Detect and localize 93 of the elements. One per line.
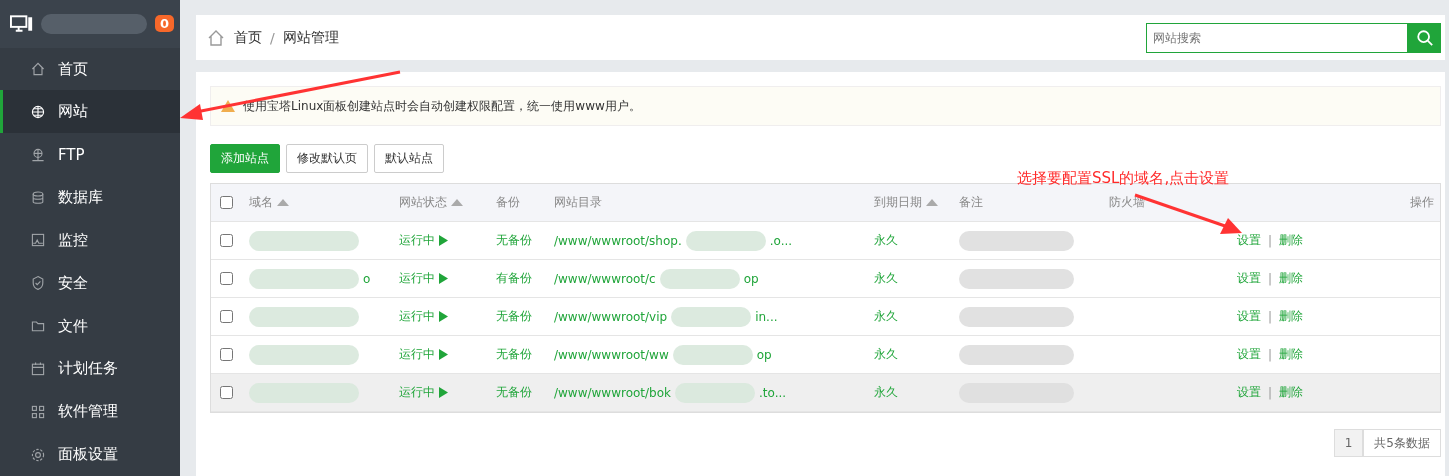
expiry-text: 永久 — [874, 384, 899, 401]
search-button[interactable] — [1408, 22, 1441, 53]
sidebar-item[interactable]: 计划任务 — [0, 347, 180, 391]
toolbar-button[interactable]: 默认站点 — [374, 144, 444, 173]
row-checkbox[interactable] — [220, 348, 233, 361]
sidebar-item[interactable]: 软件管理 — [0, 390, 180, 434]
select-all-checkbox[interactable] — [220, 196, 233, 209]
action-link[interactable]: 删除 — [1279, 270, 1303, 287]
path-text[interactable]: op — [756, 347, 772, 362]
sidebar-item[interactable]: FTP — [0, 133, 180, 177]
path-text[interactable]: /www/wwwroot/vip — [554, 309, 668, 324]
gear-icon — [30, 446, 46, 463]
computer-icon — [10, 13, 34, 34]
status-text[interactable]: 运行中 — [399, 232, 435, 249]
action-link[interactable]: 设置 — [1236, 232, 1261, 249]
toolbar-button[interactable]: 添加站点 — [210, 144, 280, 173]
column-header: 操作 — [1409, 194, 1435, 211]
expiry-text: 永久 — [874, 270, 899, 287]
expiry-text: 永久 — [874, 232, 899, 249]
grid-icon — [30, 403, 46, 420]
row-checkbox[interactable] — [220, 234, 233, 247]
status-text[interactable]: 运行中 — [399, 346, 435, 363]
column-header: 备份 — [496, 194, 521, 211]
expiry-text: 永久 — [874, 346, 899, 363]
play-icon — [439, 273, 448, 284]
path-text[interactable]: op — [743, 271, 759, 286]
status-text[interactable]: 运行中 — [399, 308, 435, 325]
play-icon — [439, 311, 448, 322]
path-text[interactable]: .to... — [759, 385, 787, 400]
search-icon — [1415, 28, 1434, 47]
expiry-text: 永久 — [874, 308, 899, 325]
shield-icon — [30, 275, 46, 292]
column-header[interactable]: 网站状态 — [399, 194, 496, 211]
path-text[interactable]: in... — [755, 309, 778, 324]
pagination-summary: 共5条数据 — [1363, 429, 1441, 457]
toolbar-button[interactable]: 修改默认页 — [286, 144, 368, 173]
action-link[interactable]: 设置 — [1236, 308, 1261, 325]
path-text[interactable]: /www/wwwroot/ww — [554, 347, 669, 362]
sidebar-item[interactable]: 文件 — [0, 304, 180, 348]
backup-link[interactable]: 无备份 — [496, 308, 554, 325]
action-link[interactable]: 删除 — [1279, 232, 1303, 249]
action-link[interactable]: 删除 — [1279, 308, 1303, 325]
action-link[interactable]: 删除 — [1279, 384, 1303, 401]
globe-icon — [30, 103, 46, 120]
row-checkbox[interactable] — [220, 272, 233, 285]
status-text[interactable]: 运行中 — [399, 270, 435, 287]
warning-icon — [221, 100, 235, 112]
breadcrumb-item: 网站管理 — [282, 28, 339, 47]
row-checkbox[interactable] — [220, 310, 233, 323]
sidebar-item[interactable]: 监控 — [0, 218, 180, 262]
link-separator: | — [1267, 233, 1272, 248]
backup-link[interactable]: 无备份 — [496, 346, 554, 363]
column-header: 备注 — [959, 194, 984, 211]
domain-text: o — [363, 271, 371, 286]
backup-link[interactable]: 无备份 — [496, 232, 554, 249]
column-header: 网站目录 — [554, 194, 603, 211]
sidebar-item[interactable]: 网站 — [0, 90, 180, 134]
notification-badge[interactable]: 0 — [154, 15, 174, 33]
annotation-text: 选择要配置SSL的域名,点击设置 — [1017, 169, 1230, 188]
action-link[interactable]: 设置 — [1236, 384, 1261, 401]
ftp-icon — [30, 146, 46, 163]
column-header[interactable]: 到期日期 — [874, 194, 959, 211]
play-icon — [439, 349, 448, 360]
path-text[interactable]: /www/wwwroot/bok — [554, 385, 671, 400]
play-icon — [439, 235, 448, 246]
path-text[interactable]: .o... — [769, 233, 793, 248]
sidebar-item[interactable]: 首页 — [0, 47, 180, 91]
column-header[interactable]: 域名 — [249, 194, 399, 211]
link-separator: | — [1267, 385, 1272, 400]
action-link[interactable]: 设置 — [1236, 346, 1261, 363]
link-separator: | — [1267, 309, 1272, 324]
backup-link[interactable]: 无备份 — [496, 384, 554, 401]
backup-link[interactable]: 有备份 — [496, 270, 554, 287]
search-field[interactable]: 网站搜索 — [1146, 22, 1408, 53]
play-icon — [439, 387, 448, 398]
database-icon — [30, 189, 46, 206]
breadcrumb-separator: / — [270, 29, 275, 46]
home-icon — [30, 61, 46, 77]
breadcrumb-item[interactable]: 首页 — [234, 28, 262, 47]
action-link[interactable]: 删除 — [1279, 346, 1303, 363]
path-text[interactable]: /www/wwwroot/shop. — [554, 233, 682, 248]
path-text[interactable]: /www/wwwroot/c — [554, 271, 656, 286]
page-number[interactable]: 1 — [1333, 429, 1364, 457]
sidebar-item[interactable]: 面板设置 — [0, 433, 180, 476]
link-separator: | — [1267, 271, 1272, 286]
sidebar-item[interactable]: 数据库 — [0, 176, 180, 219]
link-separator: | — [1267, 347, 1272, 362]
monitor-icon — [30, 232, 46, 249]
row-checkbox[interactable] — [220, 386, 233, 399]
action-link[interactable]: 设置 — [1236, 270, 1261, 287]
calendar-icon — [30, 360, 46, 377]
sidebar-item[interactable]: 安全 — [0, 261, 180, 305]
status-text[interactable]: 运行中 — [399, 384, 435, 401]
